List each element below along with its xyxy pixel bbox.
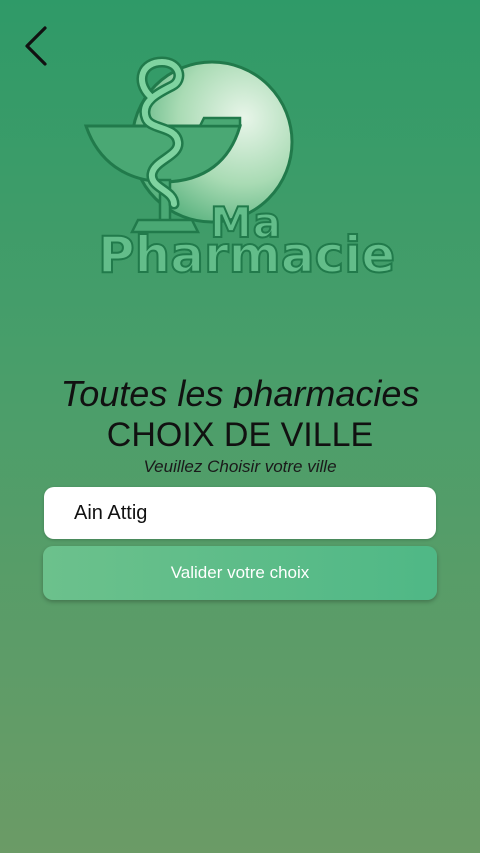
app-logo: Ma Pharmacie bbox=[80, 56, 400, 296]
validate-button-label: Valider votre choix bbox=[170, 563, 310, 582]
city-select[interactable]: Ain Attig bbox=[44, 487, 436, 539]
page-title: CHOIX DE VILLE bbox=[106, 416, 374, 454]
page-subtitle: Veuillez Choisir votre ville bbox=[143, 457, 337, 476]
logo-pharmacie-text: Pharmacie bbox=[97, 225, 396, 285]
validate-button[interactable]: Valider votre choix bbox=[43, 546, 437, 600]
city-select-value: Ain Attig bbox=[74, 501, 148, 524]
chevron-left-icon bbox=[21, 24, 51, 73]
back-button[interactable] bbox=[14, 24, 58, 72]
app-slogan: Toutes les pharmacies bbox=[60, 373, 420, 408]
